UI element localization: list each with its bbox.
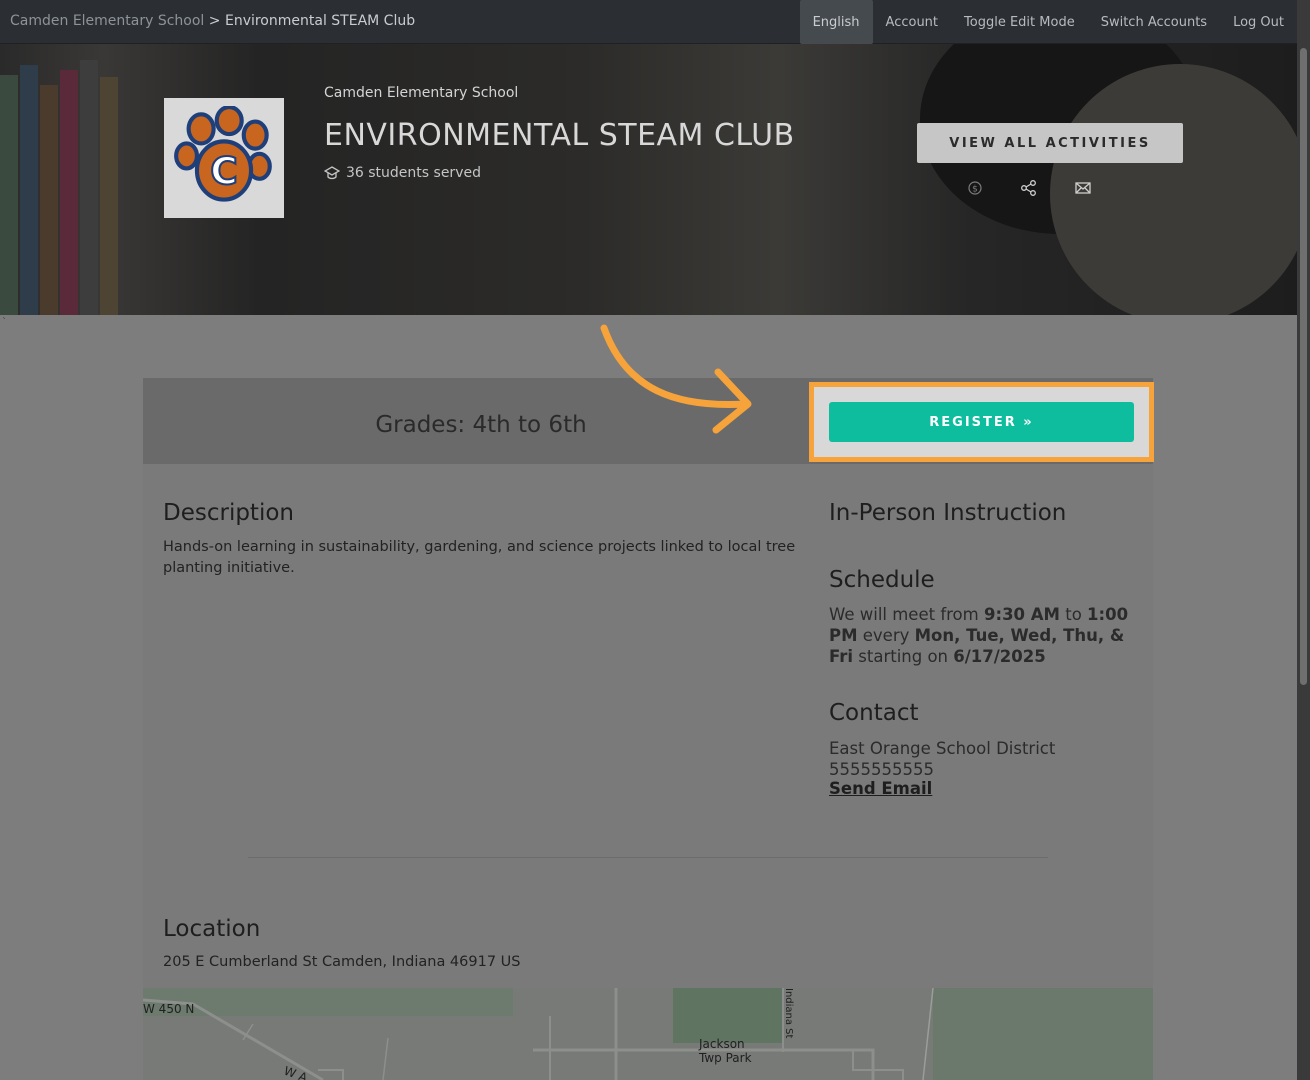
- schedule-to: to: [1065, 605, 1082, 624]
- nav-log-out[interactable]: Log Out: [1220, 0, 1297, 44]
- hero-school-name: Camden Elementary School: [324, 85, 519, 101]
- schedule-start-time: 9:30 AM: [983, 605, 1060, 624]
- svg-text:C: C: [210, 149, 237, 193]
- nav-toggle-edit-mode[interactable]: Toggle Edit Mode: [951, 0, 1088, 44]
- annotation-arrow-icon: [600, 324, 752, 434]
- location-address: 205 E Cumberland St Camden, Indiana 4691…: [163, 954, 521, 970]
- students-served: 36 students served: [324, 165, 481, 181]
- breadcrumb-school[interactable]: Camden Elementary School: [10, 13, 204, 29]
- hero-actions: $: [966, 179, 1092, 197]
- description-heading: Description: [163, 500, 294, 526]
- dollar-icon[interactable]: $: [966, 179, 984, 197]
- description-text: Hands-on learning in sustainability, gar…: [163, 539, 796, 576]
- club-logo: C: [164, 98, 284, 218]
- map-label-w450n: W 450 N: [143, 1002, 194, 1016]
- page-scrollbar[interactable]: [1297, 0, 1310, 1080]
- section-divider: [248, 857, 1048, 858]
- schedule-every: every: [862, 626, 910, 645]
- scrollbar-thumb[interactable]: [1300, 48, 1307, 685]
- schedule-heading: Schedule: [829, 567, 935, 593]
- hero-bg-book: [100, 77, 118, 315]
- top-navbar: Camden Elementary School > Environmental…: [0, 0, 1297, 44]
- map-canvas: W 450 N Jackson Twp Park Indiana St W A: [143, 988, 1153, 1080]
- breadcrumb-separator: >: [208, 13, 221, 29]
- register-button[interactable]: REGISTER »: [829, 402, 1134, 442]
- contact-phone: 5555555555: [829, 760, 934, 779]
- nav-account[interactable]: Account: [873, 0, 952, 44]
- location-map[interactable]: W 450 N Jackson Twp Park Indiana St W A: [143, 988, 1153, 1080]
- page-title: ENVIRONMENTAL STEAM CLUB: [324, 118, 795, 153]
- hero-bg-book: [20, 65, 38, 315]
- activity-card: [143, 378, 1153, 1080]
- map-label-indiana-st: Indiana St: [783, 988, 794, 1039]
- hero-banner: C Camden Elementary School ENVIRONMENTAL…: [0, 44, 1297, 315]
- contact-name: East Orange School District: [829, 739, 1056, 758]
- hero-bg-book: [80, 60, 98, 315]
- view-all-activities-button[interactable]: VIEW ALL ACTIVITIES: [917, 123, 1183, 163]
- schedule-starting-on: starting on: [858, 647, 949, 666]
- hero-bg-book: [0, 75, 18, 315]
- location-heading: Location: [163, 916, 261, 942]
- graduation-cap-icon: [324, 166, 340, 180]
- contact-heading: Contact: [829, 700, 919, 726]
- instruction-heading: In-Person Instruction: [829, 500, 1067, 526]
- stray-mark: `: [2, 317, 7, 328]
- breadcrumb: Camden Elementary School > Environmental…: [10, 13, 415, 29]
- schedule-text: We will meet from 9:30 AM to 1:00 PM eve…: [829, 604, 1129, 667]
- map-label-twp-park: Twp Park: [698, 1051, 752, 1065]
- paw-logo-icon: C: [174, 106, 272, 202]
- nav-switch-accounts[interactable]: Switch Accounts: [1088, 0, 1220, 44]
- svg-text:$: $: [972, 185, 978, 195]
- nav-menu: English Account Toggle Edit Mode Switch …: [799, 0, 1297, 44]
- share-icon[interactable]: [1020, 179, 1038, 197]
- contact-info: East Orange School District 5555555555: [829, 738, 1055, 780]
- map-label-wa: W A: [282, 1064, 310, 1080]
- breadcrumb-current: Environmental STEAM Club: [224, 13, 416, 29]
- schedule-prefix: We will meet from: [829, 605, 979, 624]
- map-label-jackson: Jackson: [698, 1037, 745, 1051]
- schedule-start-date: 6/17/2025: [953, 647, 1046, 666]
- mail-icon[interactable]: [1074, 179, 1092, 197]
- send-email-link[interactable]: Send Email: [829, 779, 932, 798]
- hero-bg-book: [60, 70, 78, 315]
- hero-bg-book: [40, 85, 58, 315]
- nav-english[interactable]: English: [799, 0, 873, 44]
- students-served-text: 36 students served: [346, 165, 481, 181]
